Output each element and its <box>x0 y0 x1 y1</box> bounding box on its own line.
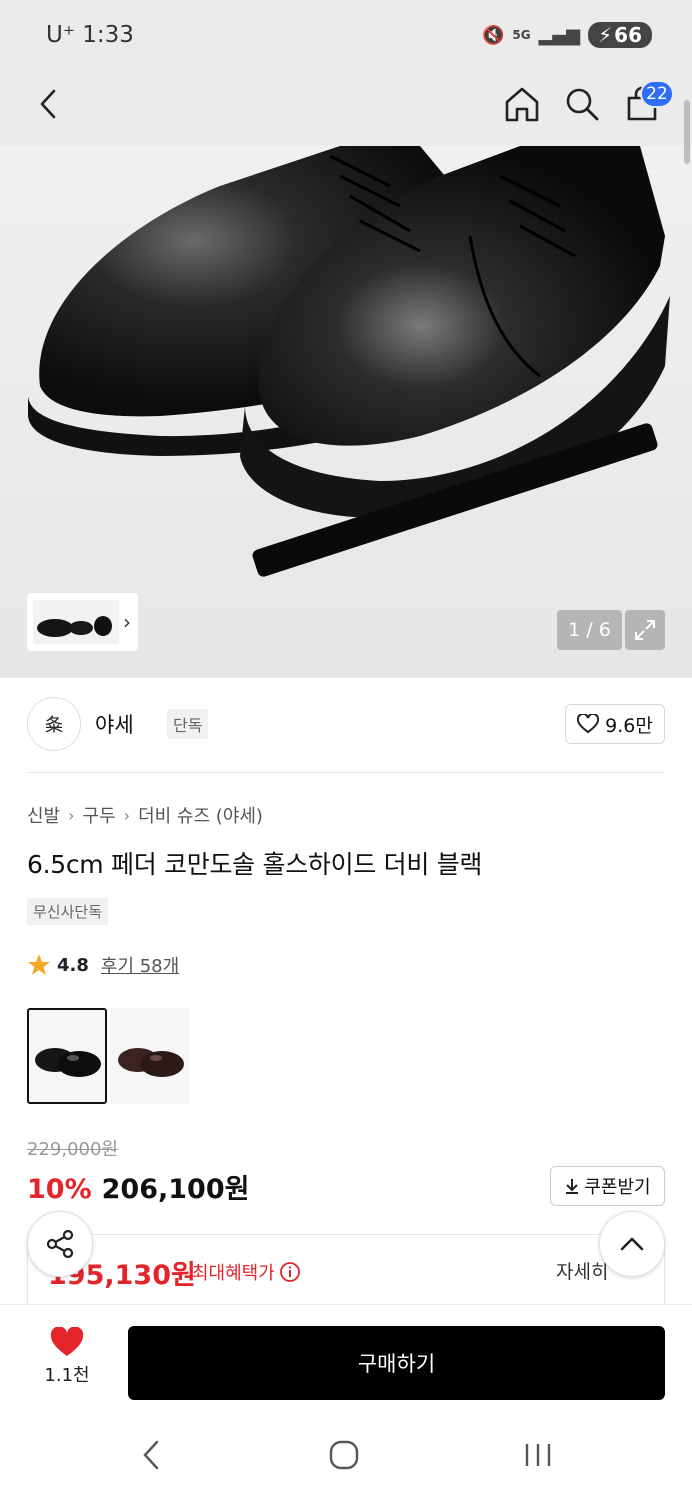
share-button[interactable] <box>27 1211 93 1277</box>
chevron-up-icon <box>620 1237 644 1251</box>
brand-like-count: 9.6만 <box>605 714 653 737</box>
buy-button[interactable]: 구매하기 <box>128 1326 665 1400</box>
nav-home-icon[interactable] <box>328 1438 360 1476</box>
product-image-gallery[interactable]: U⁺ 1:33 🔇 5G ▂▄▆ ⚡ 66 22 › 1 / 6 <box>0 0 692 678</box>
search-icon[interactable] <box>560 82 604 126</box>
brand-logo[interactable]: 夈 <box>27 697 81 751</box>
rating-row: 4.8 후기 58개 <box>27 952 179 978</box>
rating-score: 4.8 <box>57 954 89 976</box>
network-label: 5G <box>512 28 531 42</box>
breadcrumb-item[interactable]: 신발 <box>27 802 60 828</box>
product-title: 6.5cm 페더 코만도솔 홀스하이드 더비 블랙 <box>27 850 483 879</box>
coupon-label: 쿠폰받기 <box>584 1177 651 1198</box>
heart-outline-icon <box>577 714 600 734</box>
system-navigation-bar <box>0 1416 692 1500</box>
price-row: 10% 206,100원 <box>27 1167 249 1206</box>
heart-filled-icon <box>50 1327 84 1356</box>
purchase-bar: 1.1천 구매하기 <box>0 1304 692 1416</box>
reviews-link[interactable]: 후기 58개 <box>101 952 179 978</box>
chevron-left-icon[interactable] <box>30 84 66 124</box>
color-option-black[interactable] <box>27 1008 107 1104</box>
divider <box>27 772 665 773</box>
scroll-indicator <box>684 100 690 164</box>
brand-like-button[interactable]: 9.6만 <box>565 704 665 744</box>
brand-row: 夈 야세 단독 9.6만 <box>27 697 665 753</box>
top-navigation <box>0 76 692 132</box>
cart-count-badge: 22 <box>640 80 674 108</box>
battery-indicator: ⚡ 66 <box>588 22 652 48</box>
carrier-time: U⁺ 1:33 <box>46 22 134 48</box>
expand-icon[interactable] <box>625 610 665 650</box>
product-like-count: 1.1천 <box>44 1365 90 1386</box>
thumbnail-image[interactable] <box>33 600 119 644</box>
max-benefit-label: 최대혜택가 <box>192 1263 275 1284</box>
mute-icon: 🔇 <box>481 24 505 46</box>
max-benefit-label-row: 최대혜택가 <box>192 1259 301 1285</box>
chevron-right-icon: › <box>68 805 75 825</box>
home-icon[interactable] <box>500 82 544 126</box>
download-icon <box>566 1179 579 1194</box>
info-icon[interactable] <box>279 1261 301 1283</box>
color-option-brown[interactable] <box>110 1008 190 1104</box>
star-icon <box>28 954 50 975</box>
chevron-right-icon: › <box>123 805 131 825</box>
nav-back-icon[interactable] <box>140 1438 162 1476</box>
nav-recents-icon[interactable] <box>522 1438 554 1476</box>
battery-level: 66 <box>614 23 642 47</box>
signal-icon: ▂▄▆ <box>538 24 581 46</box>
breadcrumb-item[interactable]: 더비 슈즈 (야세) <box>138 802 263 828</box>
thumbnail-strip[interactable]: › <box>27 593 138 651</box>
discount-rate: 10% <box>27 1174 92 1205</box>
brand-name[interactable]: 야세 <box>95 709 134 739</box>
image-counter: 1 / 6 <box>557 610 622 650</box>
breadcrumb-item[interactable]: 구두 <box>83 802 116 828</box>
chevron-right-icon[interactable]: › <box>123 610 131 634</box>
charging-icon: ⚡ <box>598 23 613 47</box>
benefit-detail-link[interactable]: 자세히 <box>556 1257 608 1284</box>
status-bar: U⁺ 1:33 🔇 5G ▂▄▆ ⚡ 66 <box>0 0 692 76</box>
sale-price: 206,100원 <box>101 1174 250 1205</box>
share-icon <box>46 1229 74 1259</box>
coupon-download-button[interactable]: 쿠폰받기 <box>550 1166 665 1206</box>
breadcrumb: 신발 › 구두 › 더비 슈즈 (야세) <box>27 802 263 828</box>
product-like-button[interactable]: 1.1천 <box>27 1327 107 1387</box>
original-price: 229,000원 <box>27 1139 118 1160</box>
brand-exclusive-tag: 단독 <box>167 709 209 739</box>
exclusive-badge: 무신사단독 <box>27 898 109 925</box>
scroll-top-button[interactable] <box>599 1211 665 1277</box>
